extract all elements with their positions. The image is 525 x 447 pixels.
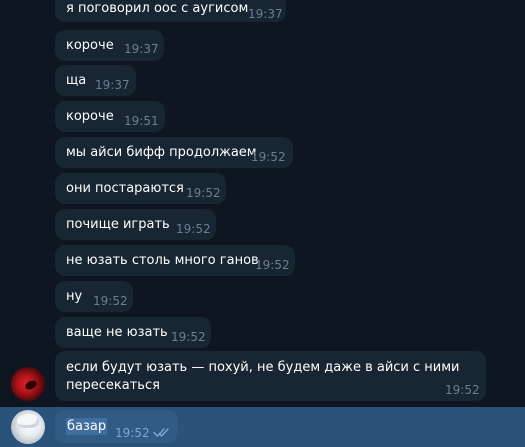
message-time: 19:37 <box>95 78 130 92</box>
message-time: 19:52 <box>186 186 221 200</box>
message-bubble[interactable]: если будут юзать — похуй, не будем даже … <box>55 351 486 401</box>
message-text-line-2: пересекаться <box>66 378 160 393</box>
message-time: 19:37 <box>248 7 283 21</box>
message-time: 19:52 <box>251 150 286 164</box>
double-check-icon <box>153 428 169 437</box>
message-bubble[interactable]: ну 19:52 <box>55 281 133 312</box>
message-text: ща <box>66 73 87 88</box>
message-time: 19:52 <box>115 426 150 440</box>
message-bubble[interactable]: я поговорил оос с аугисом 19:37 <box>55 0 286 22</box>
message-time: 19:52 <box>93 294 128 308</box>
message-bubble[interactable]: не юзать столь много ганов 19:52 <box>55 245 295 276</box>
message-time: 19:52 <box>445 383 480 397</box>
message-time: 19:52 <box>171 330 206 344</box>
message-bubble[interactable]: ваще не юзать 19:52 <box>55 317 211 348</box>
avatar-image-detail <box>17 414 39 428</box>
message-text: они постараются <box>66 181 184 196</box>
message-text: ну <box>66 289 83 304</box>
message-text-selected[interactable]: базар <box>66 418 108 435</box>
message-bubble[interactable]: они постараются 19:52 <box>55 173 226 204</box>
message-bubble[interactable]: почище играть 19:52 <box>55 209 216 240</box>
message-bubble[interactable]: короче 19:37 <box>55 30 164 61</box>
message-text: мы айси бифф продолжаем <box>66 145 257 160</box>
message-time: 19:37 <box>124 42 159 56</box>
message-bubble[interactable]: мы айси бифф продолжаем 19:52 <box>55 137 293 168</box>
message-text: я поговорил оос с аугисом <box>66 1 249 16</box>
message-time: 19:52 <box>255 258 290 272</box>
message-text: короче <box>66 109 114 124</box>
own-avatar[interactable] <box>11 410 45 444</box>
message-bubble[interactable]: короче 19:51 <box>55 101 165 132</box>
message-text-line-1: если будут юзать — похуй, не будем даже … <box>66 360 460 375</box>
message-text: не юзать столь много ганов <box>66 253 259 268</box>
avatar-image-detail <box>23 378 39 392</box>
chat-area: я поговорил оос с аугисом 19:37 короче 1… <box>0 0 525 447</box>
message-text: ваще не юзать <box>66 325 168 340</box>
message-time: 19:51 <box>124 114 159 128</box>
own-message-bubble[interactable]: базар 19:52 <box>55 410 178 443</box>
message-time: 19:52 <box>176 222 211 236</box>
sender-avatar[interactable] <box>11 367 45 401</box>
message-text: короче <box>66 38 114 53</box>
message-text: почище играть <box>66 217 170 232</box>
message-bubble[interactable]: ща 19:37 <box>55 65 136 96</box>
